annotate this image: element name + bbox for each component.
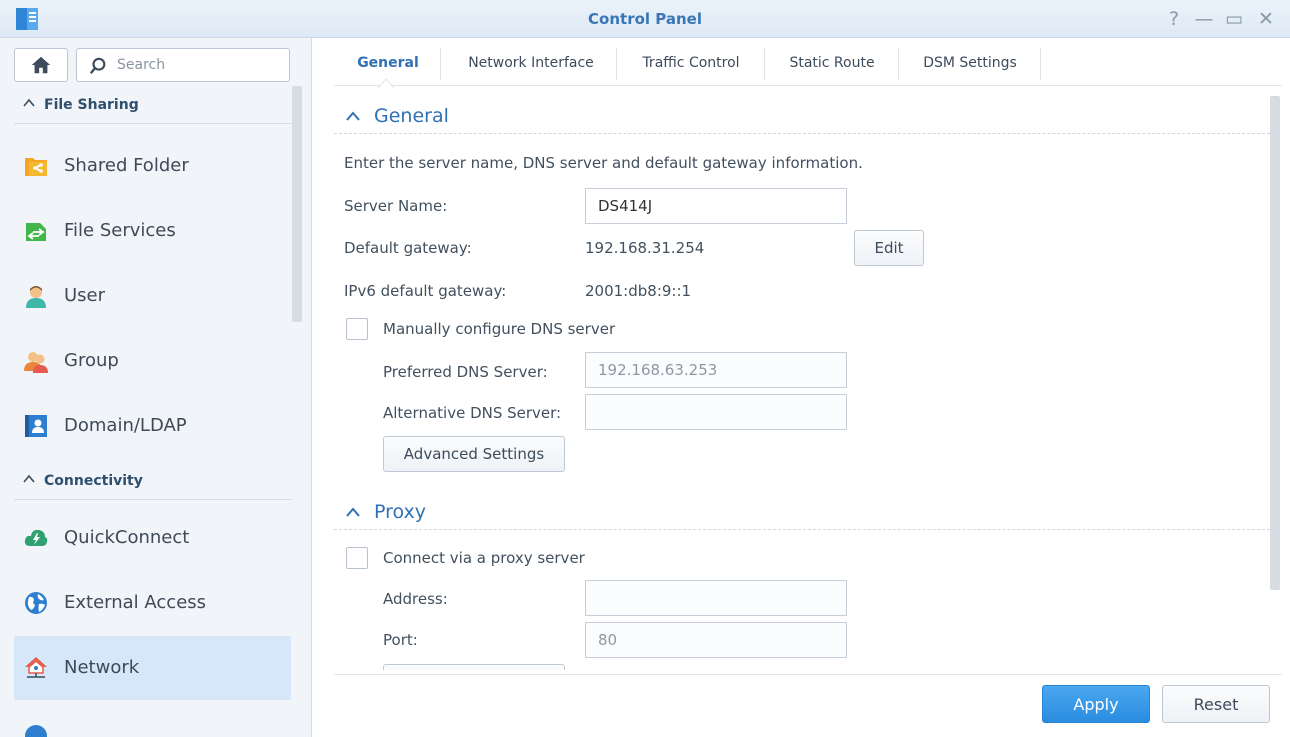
tab-separator [764,48,765,80]
chevron-up-icon [346,111,360,121]
server-name-input[interactable] [585,188,847,224]
footer-bar: Apply Reset [334,674,1282,737]
chevron-up-icon [346,507,360,517]
partial-proxy-button[interactable] [383,664,565,670]
reset-button[interactable]: Reset [1162,685,1270,723]
home-icon [31,56,51,74]
proxy-port-input[interactable] [585,622,847,658]
sidebar-item-label: QuickConnect [64,527,190,548]
sidebar-item-label: Network [64,657,140,678]
tab-bar: General Network Interface Traffic Contro… [334,38,1282,86]
search-input[interactable] [117,55,282,75]
section-file-sharing[interactable]: File Sharing [14,88,292,124]
close-icon[interactable]: ✕ [1254,7,1278,31]
section-label: File Sharing [44,97,139,113]
proxy-connect-label: Connect via a proxy server [383,549,585,567]
group-general-header[interactable]: General [334,96,1270,134]
tab-network-interface[interactable]: Network Interface [446,48,616,78]
file-services-icon [26,223,46,241]
default-gateway-label: Default gateway: [344,239,472,257]
home-button[interactable] [14,48,68,82]
sidebar-item-label: File Services [64,220,176,241]
general-description: Enter the server name, DNS server and de… [344,154,863,172]
content-scrollbar[interactable] [1270,96,1280,590]
sidebar-scrollbar[interactable] [292,86,302,322]
proxy-address-input[interactable] [585,580,847,616]
ipv6-gateway-label: IPv6 default gateway: [344,282,507,300]
group-icon [24,352,48,373]
settings-content: General Enter the server name, DNS serve… [334,90,1270,670]
group-proxy-header[interactable]: Proxy [334,492,1270,530]
tab-general[interactable]: General [346,48,430,78]
sidebar-item-domain-ldap[interactable]: Domain/LDAP [14,394,291,458]
tab-static-route[interactable]: Static Route [766,48,898,78]
manual-dns-checkbox[interactable] [346,318,368,340]
tab-traffic-control[interactable]: Traffic Control [618,48,764,78]
sidebar-item-label: Domain/LDAP [64,415,187,436]
quickconnect-icon [24,529,48,546]
tab-separator [440,48,441,80]
ipv6-gateway-value: 2001:db8:9::1 [585,282,692,300]
section-label: Connectivity [44,473,143,489]
minimize-icon[interactable]: — [1192,7,1216,31]
partial-sidebar-item-icon [25,725,47,737]
alternative-dns-label: Alternative DNS Server: [383,404,562,422]
search-box[interactable] [76,48,290,82]
title-bar: Control Panel ? — ▭ ✕ [0,0,1290,38]
sidebar-item-file-services[interactable]: File Services [14,199,291,263]
sidebar-item-label: Shared Folder [64,155,189,176]
sidebar-item-label: Group [64,350,119,371]
preferred-dns-label: Preferred DNS Server: [383,363,548,381]
sidebar-item-external-access[interactable]: External Access [14,571,291,635]
user-icon [26,286,46,308]
sidebar-item-group[interactable]: Group [14,329,291,393]
help-icon[interactable]: ? [1162,7,1186,31]
edit-gateway-button[interactable]: Edit [854,230,924,266]
section-connectivity[interactable]: Connectivity [14,464,292,500]
chevron-up-icon [23,474,35,483]
search-icon [89,57,106,74]
external-access-icon [25,592,47,614]
network-icon [25,657,47,678]
manual-dns-label: Manually configure DNS server [383,320,616,338]
active-tab-indicator [378,78,394,88]
group-title: General [374,105,449,127]
apply-button[interactable]: Apply [1042,685,1150,723]
sidebar-item-quickconnect[interactable]: QuickConnect [14,506,291,570]
sidebar: File Sharing Shared Folder File Services… [0,38,312,737]
maximize-icon[interactable]: ▭ [1222,7,1246,31]
sidebar-item-label: External Access [64,592,207,613]
alternative-dns-input[interactable] [585,394,847,430]
proxy-checkbox[interactable] [346,547,368,569]
sidebar-item-shared-folder[interactable]: Shared Folder [14,134,291,198]
default-gateway-value: 192.168.31.254 [585,239,705,257]
preferred-dns-input[interactable] [585,352,847,388]
sidebar-item-label: User [64,285,106,306]
domain-ldap-icon [25,415,47,437]
sidebar-item-user[interactable]: User [14,264,291,328]
tab-separator [616,48,617,80]
tab-separator [1040,48,1041,80]
advanced-settings-button[interactable]: Advanced Settings [383,436,565,472]
chevron-up-icon [23,98,35,107]
proxy-port-label: Port: [383,631,418,649]
server-name-label: Server Name: [344,197,448,215]
sidebar-item-network[interactable]: Network [14,636,291,700]
window-title: Control Panel [588,10,702,28]
shared-folder-icon [25,158,47,176]
tab-dsm-settings[interactable]: DSM Settings [900,48,1040,78]
tab-separator [898,48,899,80]
group-title: Proxy [374,501,427,523]
proxy-address-label: Address: [383,590,448,608]
